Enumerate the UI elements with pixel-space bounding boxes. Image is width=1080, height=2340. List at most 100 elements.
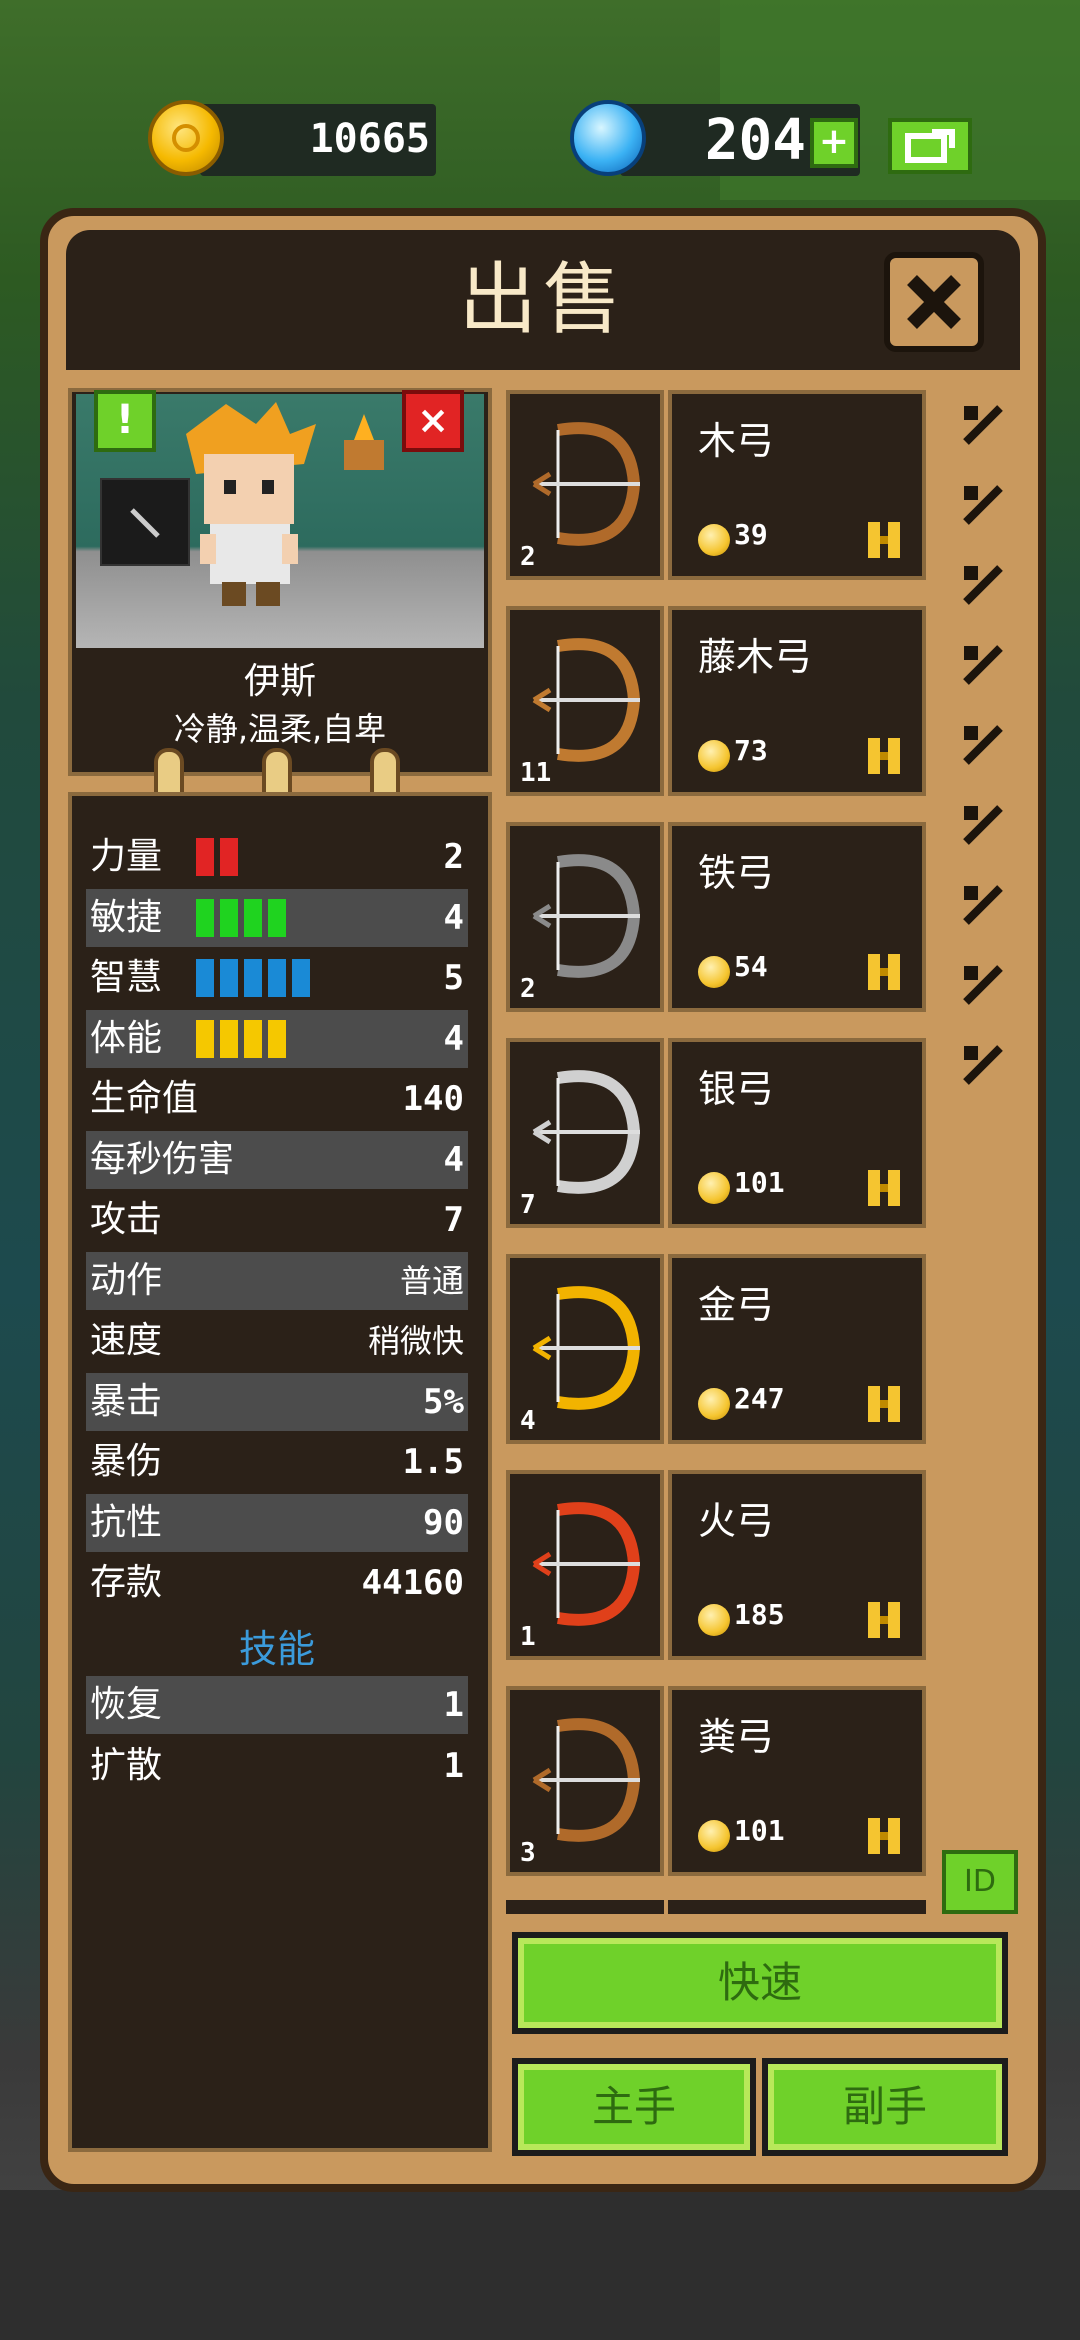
item-price: 39 [734, 518, 768, 551]
compare-icon[interactable] [864, 516, 908, 564]
equipped-weapon-slot[interactable] [100, 478, 190, 566]
stat-value: 1.5 [402, 1442, 464, 1482]
filter-sword[interactable] [952, 556, 1014, 618]
stat-row: 生命值 140 [86, 1070, 468, 1128]
hammer-icon [956, 718, 1010, 776]
spear-icon [956, 798, 1010, 856]
compare-icon[interactable] [864, 1164, 908, 1212]
stat-value: 90 [423, 1502, 464, 1543]
skill-label: 恢复 [90, 1684, 163, 1725]
stat-value: 4 [443, 1139, 464, 1180]
stat-bar-segment [196, 898, 214, 937]
shield-icon [956, 878, 1010, 936]
item-count: 2 [520, 974, 536, 1004]
gold-coin-icon [698, 1172, 730, 1204]
stat-bar-segment [292, 959, 310, 997]
stat-value: 4 [443, 897, 464, 938]
filter-all-items[interactable] [952, 396, 1014, 458]
item-count: 2 [520, 542, 536, 572]
item-icon-cell[interactable]: 2 [506, 822, 664, 1012]
compare-icon[interactable] [864, 1380, 908, 1428]
skills-title: 技能 [238, 1627, 315, 1671]
stat-bar-segment [196, 959, 214, 997]
compare-icon[interactable] [864, 732, 908, 780]
list-item[interactable]: 银弓 101 [668, 1038, 926, 1228]
stat-row: 动作 普通 [86, 1251, 468, 1310]
item-price: 54 [734, 950, 768, 983]
hero-alert-badge[interactable]: ! [94, 390, 156, 452]
stat-bar-segment [196, 838, 214, 876]
stat-bars [196, 898, 286, 937]
list-item[interactable]: 火弓 185 [668, 1470, 926, 1660]
item-name: 木弓 [698, 419, 775, 463]
item-name: 粪弓 [698, 1715, 775, 1759]
item-icon-cell[interactable]: 4 [506, 1254, 664, 1444]
stat-label: 敏捷 [90, 896, 163, 938]
main-hand-button[interactable]: 主手 [512, 2058, 756, 2156]
stat-bar-segment [244, 959, 262, 997]
stat-value: 5 [443, 958, 464, 998]
stat-label: 暴伤 [90, 1441, 163, 1482]
stat-row: 每秒伤害 4 [86, 1130, 468, 1189]
stat-label: 生命值 [90, 1078, 199, 1119]
stat-row: 暴伤 1.5 [86, 1433, 468, 1491]
gold-coin-icon [698, 524, 730, 556]
stat-value: 稍微快 [367, 1322, 464, 1360]
off-hand-button[interactable]: 副手 [762, 2058, 1008, 2156]
stat-value: 44160 [361, 1563, 464, 1603]
stat-bar-segment [220, 898, 238, 937]
gold-coin-icon [698, 740, 730, 772]
filter-bow[interactable] [952, 956, 1014, 1018]
gem-icon [570, 100, 646, 176]
stat-label: 暴击 [90, 1380, 163, 1422]
stat-row: 智慧 5 [86, 949, 468, 1007]
gold-coin-icon [698, 1604, 730, 1636]
bow-icon [956, 958, 1010, 1016]
stat-bars [196, 1019, 286, 1058]
compare-icon[interactable] [864, 948, 908, 996]
stat-bar-segment [268, 1019, 286, 1058]
list-item[interactable]: 藤木弓 73 [668, 606, 926, 796]
stat-bar-segment [220, 959, 238, 997]
filter-spear[interactable] [952, 796, 1014, 858]
skill-row: 扩散 1 [86, 1737, 468, 1795]
compare-icon[interactable] [864, 1596, 908, 1644]
item-icon-cell[interactable]: 1 [506, 1470, 664, 1660]
filter-dagger[interactable] [952, 476, 1014, 538]
stat-bars [196, 959, 310, 997]
dismiss-hero-button[interactable]: × [402, 390, 464, 452]
stat-row: 暴击 5% [86, 1372, 468, 1431]
item-count: 7 [520, 1190, 536, 1220]
filter-hammer[interactable] [952, 716, 1014, 778]
gold-coin-icon [148, 100, 224, 176]
filter-armor[interactable] [952, 1036, 1014, 1098]
stat-row: 力量 2 [86, 828, 468, 886]
list-item[interactable]: 粪弓 101 [668, 1686, 926, 1876]
item-count: 11 [520, 758, 552, 788]
list-item[interactable]: 铁弓 54 [668, 822, 926, 1012]
share-button[interactable] [888, 118, 972, 174]
filter-shield[interactable] [952, 876, 1014, 938]
item-icon-cell[interactable]: 7 [506, 1038, 664, 1228]
stat-value: 7 [443, 1200, 464, 1240]
stat-label: 智慧 [90, 957, 163, 998]
id-button[interactable]: ID [942, 1850, 1018, 1914]
skill-value: 1 [443, 1745, 464, 1786]
filter-axe[interactable] [952, 636, 1014, 698]
item-icon-cell[interactable]: 2 [506, 390, 664, 580]
compare-icon[interactable] [864, 1812, 908, 1860]
item-icon-cell[interactable]: 11 [506, 606, 664, 796]
list-item[interactable]: 木弓 39 [668, 390, 926, 580]
item-price: 247 [734, 1382, 785, 1415]
stat-label: 速度 [90, 1320, 163, 1361]
list-item[interactable]: 金弓 247 [668, 1254, 926, 1444]
skill-label: 扩散 [90, 1744, 163, 1786]
stat-row: 攻击 7 [86, 1191, 468, 1249]
add-gems-button[interactable]: + [810, 118, 858, 168]
stat-bar-segment [220, 1019, 238, 1058]
quick-sell-button[interactable]: 快速 [512, 1932, 1008, 2034]
close-button[interactable] [884, 252, 984, 352]
stat-value: 4 [443, 1018, 464, 1059]
background-ground [0, 2190, 1080, 2340]
item-icon-cell[interactable]: 3 [506, 1686, 664, 1876]
